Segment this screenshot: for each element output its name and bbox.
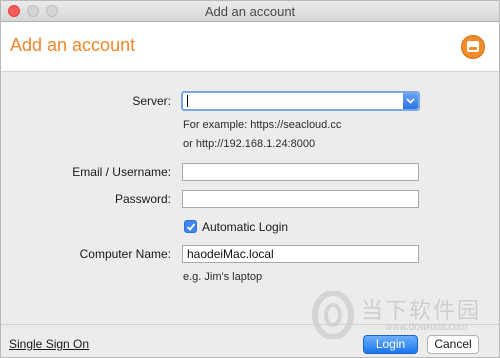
password-field[interactable]: [182, 190, 419, 208]
server-hint-line2: or http://192.168.1.24:8000: [183, 138, 316, 150]
window-title: Add an account: [204, 4, 296, 19]
password-label: Password:: [114, 192, 171, 206]
email-field[interactable]: [182, 163, 419, 181]
page-title: Add an account: [10, 35, 136, 55]
chevron-down-icon: [406, 98, 415, 104]
computer-name-label: Computer Name:: [79, 247, 171, 261]
computer-name-field[interactable]: haodeiMac.local: [182, 245, 419, 263]
login-button[interactable]: Login: [363, 335, 418, 354]
server-dropdown-button[interactable]: [403, 93, 418, 109]
single-sign-on-link[interactable]: Single Sign On: [9, 337, 89, 351]
server-label: Server:: [132, 94, 171, 108]
automatic-login-label[interactable]: Automatic Login: [202, 220, 288, 234]
automatic-login-checkbox[interactable]: [184, 220, 197, 233]
watermark-logo-icon: [312, 291, 354, 339]
watermark-text: 当下软件园: [361, 299, 482, 324]
title-bar: Add an account: [1, 1, 499, 22]
cancel-button[interactable]: Cancel: [427, 335, 479, 354]
email-label: Email / Username:: [72, 165, 171, 179]
seafile-logo-icon: [461, 35, 485, 59]
server-combobox[interactable]: [181, 91, 420, 111]
add-account-window: Add an account Add an account Server: Fo…: [0, 0, 500, 358]
dialog-header: Add an account: [1, 22, 499, 72]
server-hint-line1: For example: https://seacloud.cc: [183, 119, 342, 131]
text-caret: [187, 95, 188, 107]
computer-name-hint: e.g. Jim's laptop: [183, 271, 263, 283]
checkmark-icon: [186, 223, 196, 231]
footer-divider: [1, 324, 499, 325]
